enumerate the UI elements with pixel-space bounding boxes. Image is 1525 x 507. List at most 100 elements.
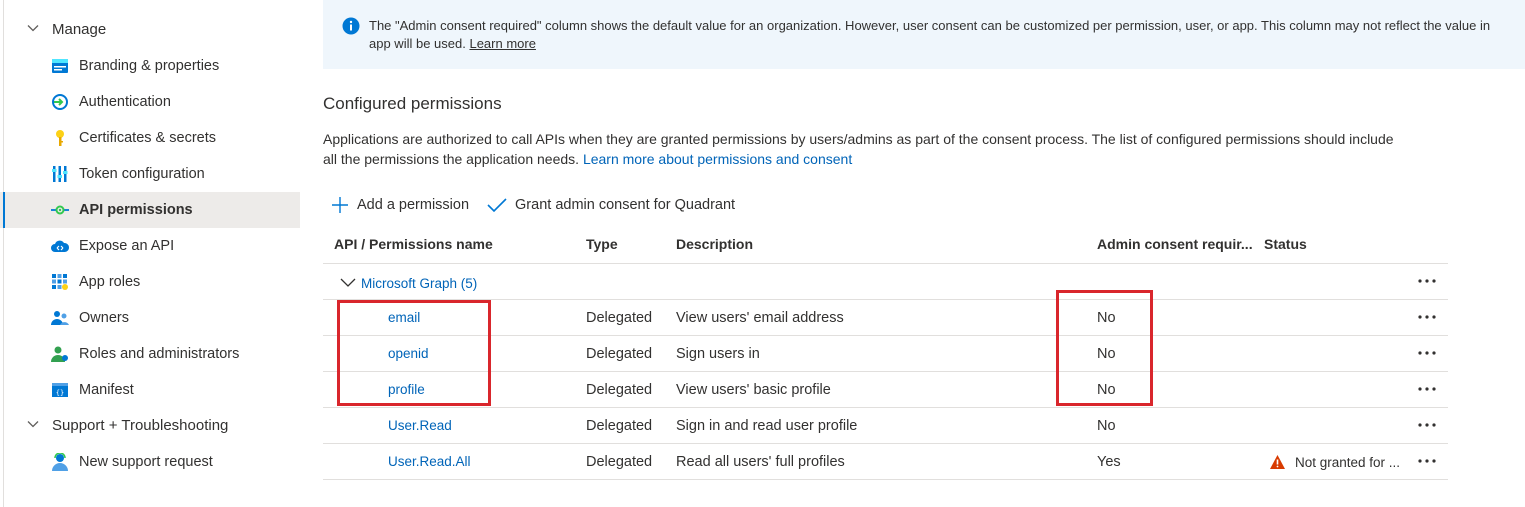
grant-admin-consent-label: Grant admin consent for Quadrant [515,197,736,213]
permission-description: View users' email address [676,310,844,326]
group-label[interactable]: Microsoft Graph (5) [361,276,477,291]
permission-description: View users' basic profile [676,382,831,398]
sidebar-item-label: Owners [79,310,129,326]
plus-icon [332,197,348,213]
permission-link[interactable]: email [388,310,420,325]
sidebar-item-app-roles[interactable]: App roles [0,264,300,300]
checkmark-icon [487,198,507,213]
permission-type: Delegated [586,310,653,326]
permission-description: Sign in and read user profile [676,418,858,434]
header-status[interactable]: Status [1264,236,1307,252]
warning-icon [1270,455,1285,469]
sidebar-item-label: Manifest [79,382,134,398]
permission-link[interactable]: User.Read [388,418,452,433]
sidebar: Manage Branding & properties Authenticat… [0,0,300,507]
roles-icon [51,346,68,362]
sidebar-item-authentication[interactable]: Authentication [0,84,300,120]
description-line2: all the permissions the application need… [323,151,580,167]
sidebar-item-label: API permissions [79,202,193,218]
key-icon [56,130,64,146]
chevron-down-icon [27,421,39,428]
admin-consent-value: Yes [1097,454,1121,470]
api-permissions-icon [51,205,69,215]
sidebar-item-label: New support request [79,454,213,470]
sidebar-item-certificates[interactable]: Certificates & secrets [0,120,300,156]
sidebar-group-label: Support + Troubleshooting [52,416,229,434]
permission-type: Delegated [586,346,653,362]
chevron-down-icon [27,25,39,32]
grid-icon [52,274,68,290]
permission-type: Delegated [586,382,653,398]
permission-link[interactable]: openid [388,346,429,361]
more-options-icon[interactable] [1417,344,1437,362]
sidebar-item-api-permissions[interactable]: API permissions [0,192,300,228]
authentication-icon [52,94,68,110]
owners-icon [51,311,69,325]
info-text-line2: app will be used. Learn more [369,35,536,53]
info-icon [342,17,360,35]
table-row: email Delegated View users' email addres… [323,300,1448,336]
sidebar-item-token-configuration[interactable]: Token configuration [0,156,300,192]
grant-admin-consent-button[interactable]: Grant admin consent for Quadrant [487,196,735,214]
sidebar-item-label: Roles and administrators [79,346,240,362]
table-row: openid Delegated Sign users in No [323,336,1448,372]
permission-description: Sign users in [676,346,760,362]
permission-type: Delegated [586,418,653,434]
manifest-icon: {} [52,383,68,397]
svg-text:{}: {} [56,389,64,397]
sidebar-item-label: Branding & properties [79,58,220,74]
status-text: Not granted for ... [1295,454,1401,470]
token-icon [52,166,68,182]
sidebar-item-manifest[interactable]: {} Manifest [0,372,300,408]
more-options-icon[interactable] [1417,416,1437,434]
header-name[interactable]: API / Permissions name [334,236,493,252]
table-header: API / Permissions name Type Description … [323,228,1448,264]
description-line1: Applications are authorized to call APIs… [323,131,1394,147]
support-person-icon [52,453,68,471]
permission-type: Delegated [586,454,653,470]
permission-link[interactable]: profile [388,382,425,397]
sidebar-item-new-support-request[interactable]: New support request [0,444,300,480]
permission-link[interactable]: User.Read.All [388,454,471,469]
table-row: User.Read Delegated Sign in and read use… [323,408,1448,444]
admin-consent-value: No [1097,310,1116,326]
status-badge: Not granted for ... [1269,454,1400,470]
admin-consent-value: No [1097,346,1116,362]
more-options-icon[interactable] [1417,272,1437,290]
admin-consent-value: No [1097,382,1116,398]
sidebar-item-label: Token configuration [79,166,205,182]
header-type[interactable]: Type [586,236,618,252]
header-admin-consent[interactable]: Admin consent requir... [1097,236,1253,252]
table-row: User.Read.All Delegated Read all users' … [323,444,1448,480]
sidebar-item-expose-api[interactable]: Expose an API [0,228,300,264]
sidebar-item-branding[interactable]: Branding & properties [0,48,300,84]
sidebar-group-support[interactable]: Support + Troubleshooting [0,408,300,442]
learn-more-link[interactable]: Learn more [469,36,535,51]
sidebar-item-label: Authentication [79,94,171,110]
info-banner: The "Admin consent required" column show… [323,0,1525,69]
sidebar-item-owners[interactable]: Owners [0,300,300,336]
add-permission-label: Add a permission [357,197,470,213]
sidebar-item-label: Certificates & secrets [79,130,216,146]
permissions-consent-link[interactable]: Learn more about permissions and consent [583,151,852,167]
group-row-microsoft-graph[interactable]: Microsoft Graph (5) [323,264,1448,300]
main-content: The "Admin consent required" column show… [323,0,1525,507]
sidebar-item-roles-administrators[interactable]: Roles and administrators [0,336,300,372]
sidebar-group-manage[interactable]: Manage [0,12,300,46]
sidebar-item-label: Expose an API [79,238,175,254]
section-description: Applications are authorized to call APIs… [323,129,1443,169]
more-options-icon[interactable] [1417,380,1437,398]
active-indicator [3,192,5,228]
header-description[interactable]: Description [676,236,753,252]
info-text-tail: app will be used. [369,36,466,51]
sidebar-group-label: Manage [52,20,107,38]
more-options-icon[interactable] [1417,452,1437,470]
branding-icon [52,59,68,73]
admin-consent-value: No [1097,418,1116,434]
permission-description: Read all users' full profiles [676,454,845,470]
more-options-icon[interactable] [1417,308,1437,326]
toolbar: Add a permission Grant admin consent for… [331,192,753,218]
cloud-icon [51,240,70,252]
add-permission-button[interactable]: Add a permission [331,196,469,214]
chevron-down-icon [340,278,356,287]
